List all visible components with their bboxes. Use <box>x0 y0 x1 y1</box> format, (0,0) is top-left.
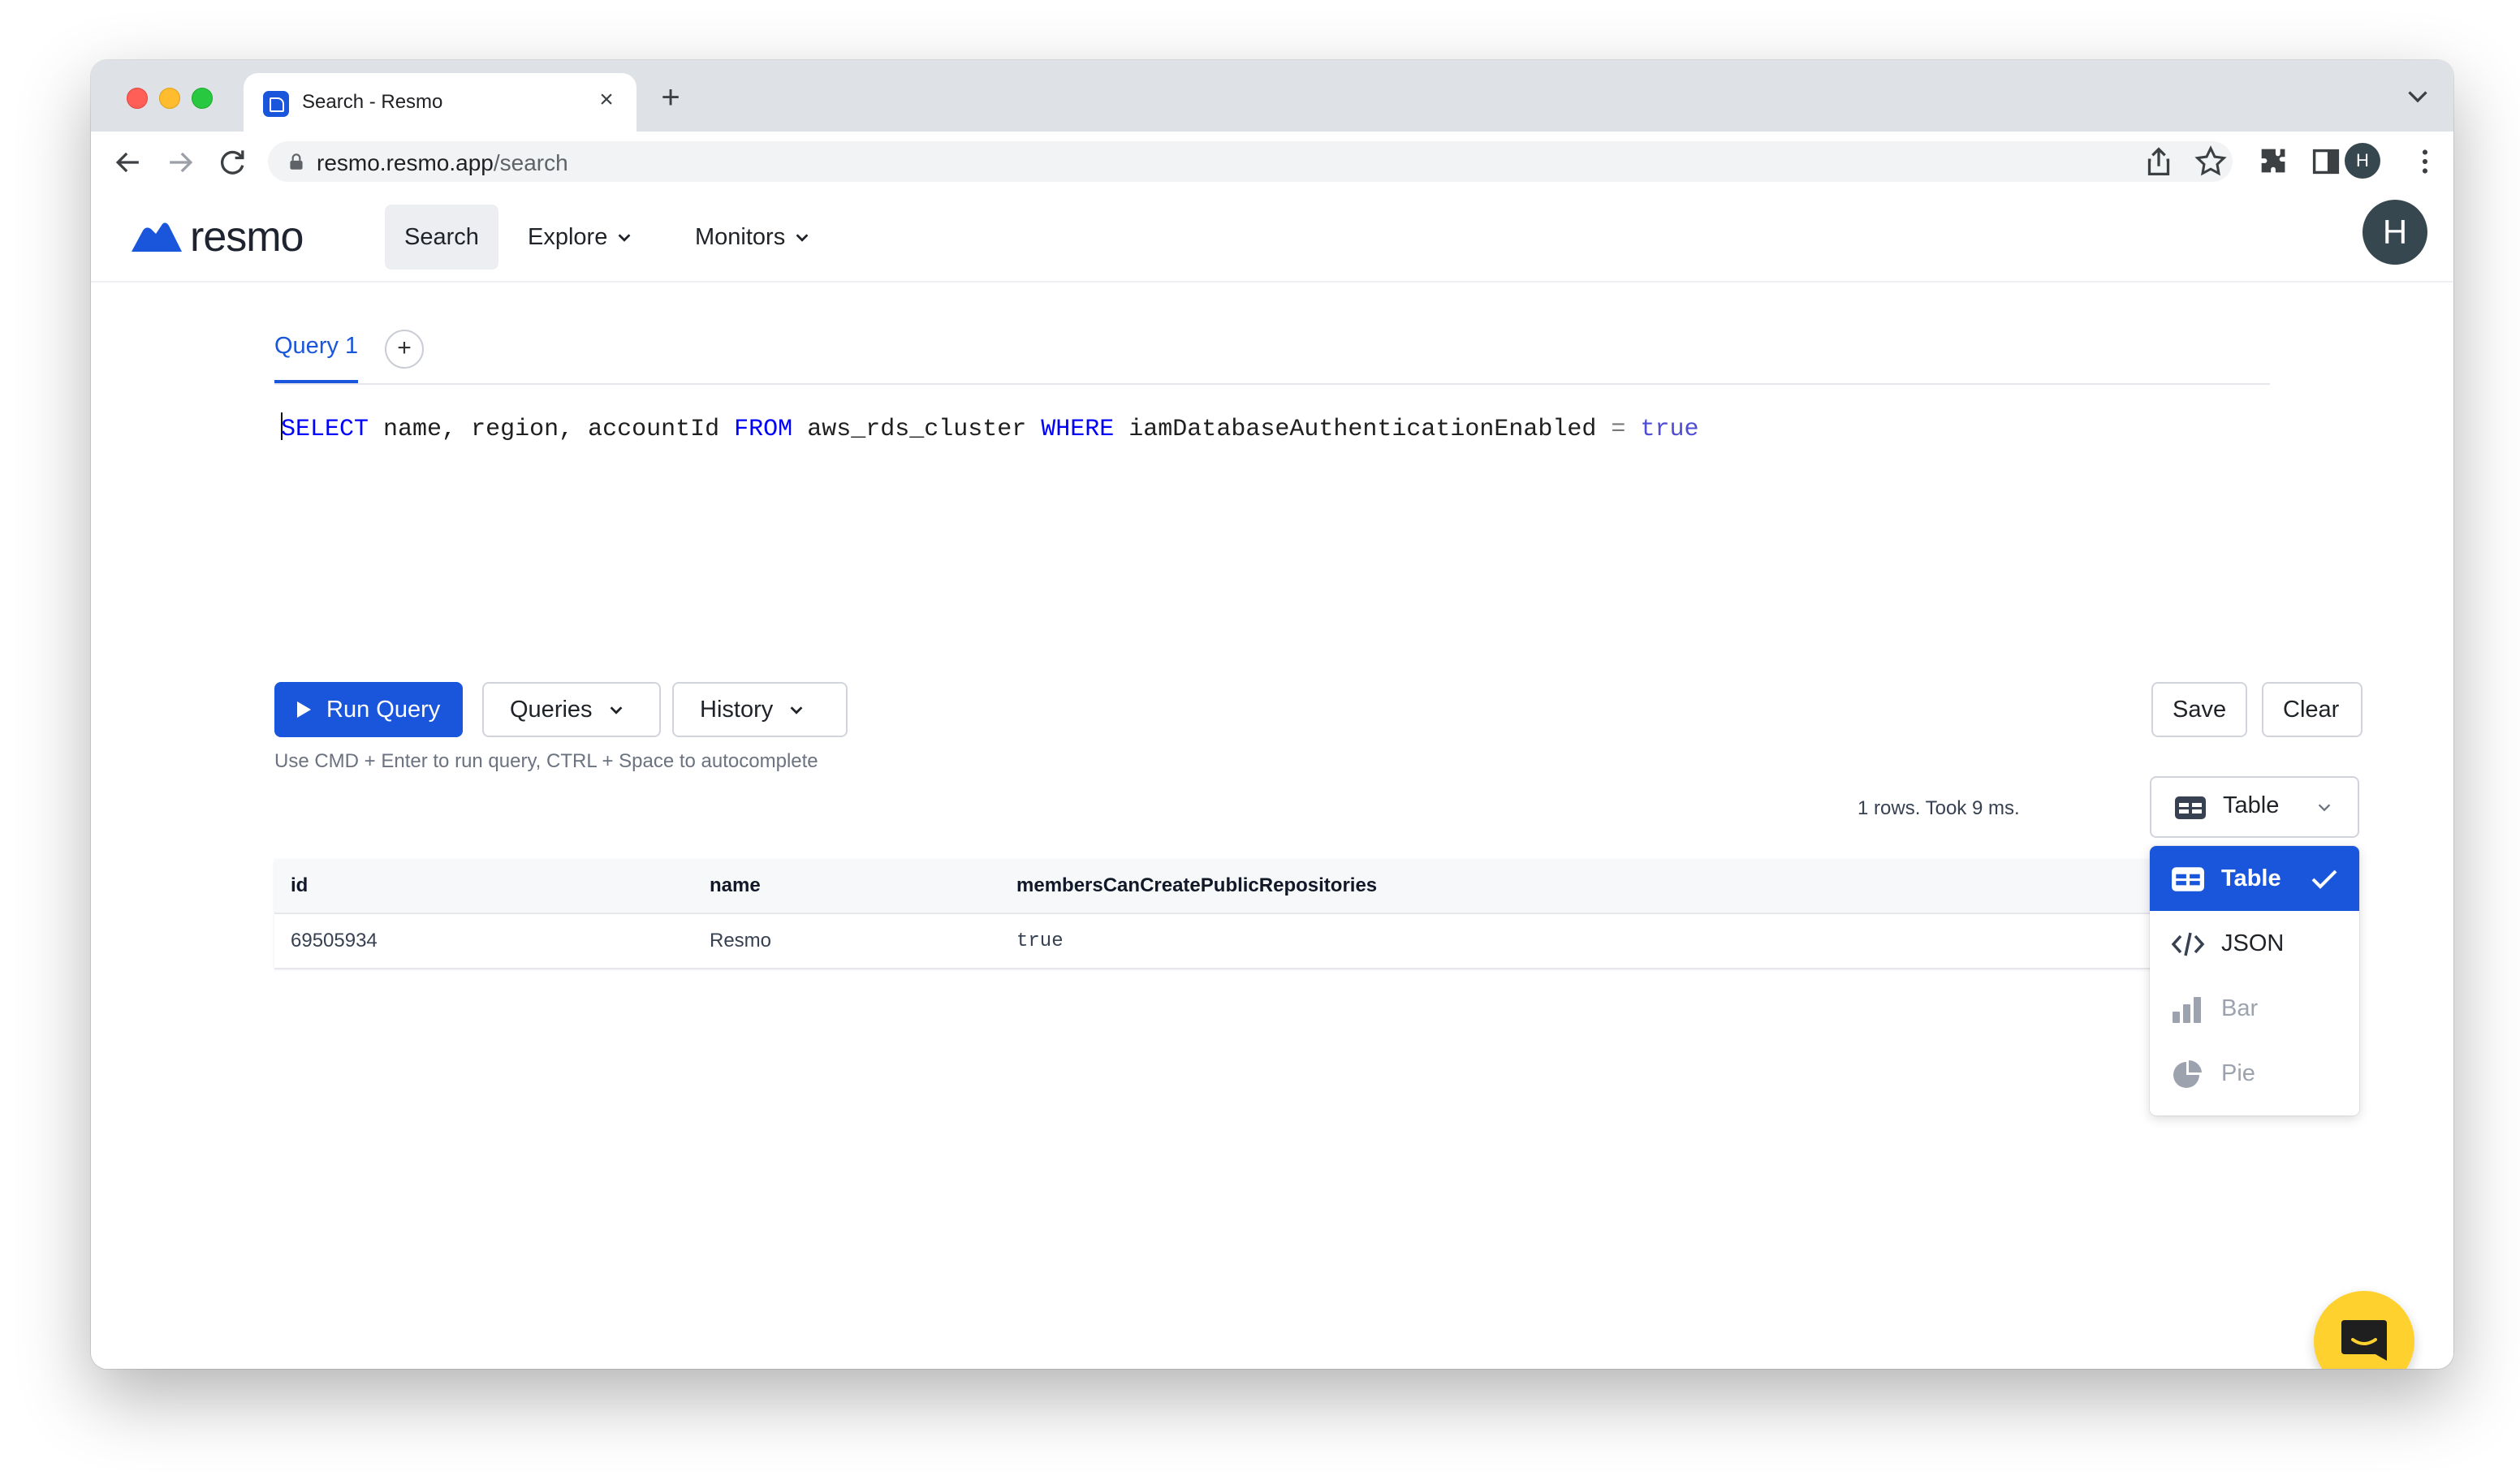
column-header[interactable]: membersCanCreatePublicRepositories <box>1000 859 2239 914</box>
url-text: resmo.resmo.app/search <box>317 150 568 176</box>
sql-identifier: iamDatabaseAuthenticationEnabled <box>1128 416 1597 443</box>
clear-button[interactable]: Clear <box>2262 682 2362 737</box>
back-arrow-icon[interactable] <box>110 145 146 180</box>
browser-profile-avatar[interactable]: H <box>2345 143 2380 179</box>
sql-identifier: name, <box>383 416 457 443</box>
logo-text: resmo <box>190 214 304 261</box>
resmo-logo-mark-icon <box>132 222 182 252</box>
browser-tab-title: Search - Resmo <box>302 91 443 113</box>
play-icon <box>297 701 311 718</box>
close-window-button[interactable] <box>127 88 148 109</box>
run-query-button[interactable]: Run Query <box>274 682 464 737</box>
tab-search-chevron-icon[interactable] <box>2403 81 2432 110</box>
share-icon[interactable] <box>2140 143 2177 180</box>
app-root: resmo Search Explore Monitors H Query 1 … <box>91 192 2453 1369</box>
save-label: Save <box>2173 697 2227 723</box>
view-option-json[interactable]: JSON <box>2150 911 2359 976</box>
sql-literal: true <box>1640 416 1699 443</box>
chevron-down-icon <box>790 706 803 715</box>
tab-query-1[interactable]: Query 1 <box>274 317 359 383</box>
add-query-tab-button[interactable]: + <box>385 330 424 369</box>
browser-toolbar: resmo.resmo.app/search H <box>91 132 2453 193</box>
table-cell: true <box>1000 913 2239 969</box>
run-query-label: Run Query <box>326 697 441 723</box>
sql-keyword: SELECT <box>281 416 369 443</box>
address-bar[interactable]: resmo.resmo.app/search <box>268 141 2233 182</box>
resmo-favicon-icon <box>263 91 289 117</box>
chevron-down-icon <box>618 234 631 243</box>
nav-search[interactable]: Search <box>385 205 498 270</box>
clear-label: Clear <box>2283 697 2340 723</box>
queries-dropdown-button[interactable]: Queries <box>482 682 661 737</box>
nav-search-label: Search <box>404 224 479 250</box>
sql-operator: = <box>1611 416 1626 443</box>
user-avatar[interactable]: H <box>2362 200 2427 265</box>
view-option-label: Bar <box>2221 995 2259 1021</box>
extensions-puzzle-icon[interactable] <box>2255 143 2293 180</box>
editor-hint-text: Use CMD + Enter to run query, CTRL + Spa… <box>274 750 818 772</box>
sql-identifier: region, <box>471 416 574 443</box>
sql-editor[interactable]: SELECT name, region, accountId FROM aws_… <box>281 412 1698 443</box>
view-option-label: Pie <box>2221 1060 2255 1086</box>
column-header[interactable]: id <box>274 859 693 914</box>
browser-tabstrip: Search - Resmo × + <box>91 60 2453 132</box>
pie-chart-icon <box>2173 1060 2202 1088</box>
table-row[interactable]: 69505934 Resmo true <box>274 913 2239 969</box>
view-type-label: Table <box>2223 792 2280 818</box>
sql-identifier: aws_rds_cluster <box>807 416 1027 443</box>
maximize-window-button[interactable] <box>192 88 213 109</box>
view-type-menu: Table JSON Bar Pie <box>2150 846 2359 1116</box>
new-tab-button[interactable]: + <box>651 78 690 117</box>
nav-explore-label: Explore <box>528 224 608 250</box>
chevron-down-icon <box>610 706 622 715</box>
sql-identifier: accountId <box>588 416 720 443</box>
sql-keyword: FROM <box>734 416 793 443</box>
chevron-down-icon <box>796 234 809 243</box>
app-navbar: resmo Search Explore Monitors H <box>91 192 2453 283</box>
table-cell: Resmo <box>693 913 1000 969</box>
history-label: History <box>700 697 774 723</box>
nav-monitors[interactable]: Monitors <box>695 205 811 270</box>
minimize-window-button[interactable] <box>159 88 180 109</box>
nav-monitors-label: Monitors <box>695 224 786 250</box>
query-tabs: Query 1 + <box>274 281 2270 385</box>
bookmark-star-icon[interactable] <box>2192 143 2229 180</box>
results-table: id name membersCanCreatePublicRepositori… <box>274 859 2239 969</box>
column-header[interactable]: name <box>693 859 1000 914</box>
url-path: /search <box>493 150 568 175</box>
url-host: resmo.resmo.app <box>317 150 494 175</box>
view-option-bar[interactable]: Bar <box>2150 976 2359 1041</box>
view-option-label: JSON <box>2221 930 2285 956</box>
chevron-down-icon <box>2318 804 2331 812</box>
browser-window: Search - Resmo × + resmo.resmo.app/searc… <box>91 60 2453 1369</box>
table-icon <box>2175 796 2206 819</box>
chat-widget-button[interactable] <box>2314 1291 2414 1369</box>
lock-icon <box>290 153 303 170</box>
view-option-label: Table <box>2221 865 2281 891</box>
queries-label: Queries <box>510 697 593 723</box>
chat-icon <box>2341 1320 2387 1361</box>
view-type-select[interactable]: Table <box>2150 776 2359 838</box>
code-icon <box>2171 932 2205 956</box>
side-panel-icon[interactable] <box>2307 143 2345 180</box>
resmo-logo[interactable]: resmo <box>132 213 304 261</box>
close-tab-icon[interactable]: × <box>593 86 620 114</box>
history-dropdown-button[interactable]: History <box>672 682 848 737</box>
browser-tab-active[interactable]: Search - Resmo × <box>244 73 636 132</box>
nav-explore[interactable]: Explore <box>528 205 633 270</box>
table-header-row: id name membersCanCreatePublicRepositori… <box>274 859 2239 914</box>
save-button[interactable]: Save <box>2151 682 2247 737</box>
table-cell: 69505934 <box>274 913 693 969</box>
table-icon <box>2172 867 2204 891</box>
view-option-pie[interactable]: Pie <box>2150 1041 2359 1106</box>
bar-chart-icon <box>2173 997 2201 1023</box>
browser-menu-icon[interactable] <box>2406 143 2444 180</box>
reload-icon[interactable] <box>214 145 250 180</box>
forward-arrow-icon[interactable] <box>162 145 198 180</box>
view-option-table[interactable]: Table <box>2150 846 2359 911</box>
sql-keyword: WHERE <box>1041 416 1115 443</box>
checkmark-icon <box>2311 870 2337 889</box>
result-summary: 1 rows. Took 9 ms. <box>1858 797 2020 819</box>
